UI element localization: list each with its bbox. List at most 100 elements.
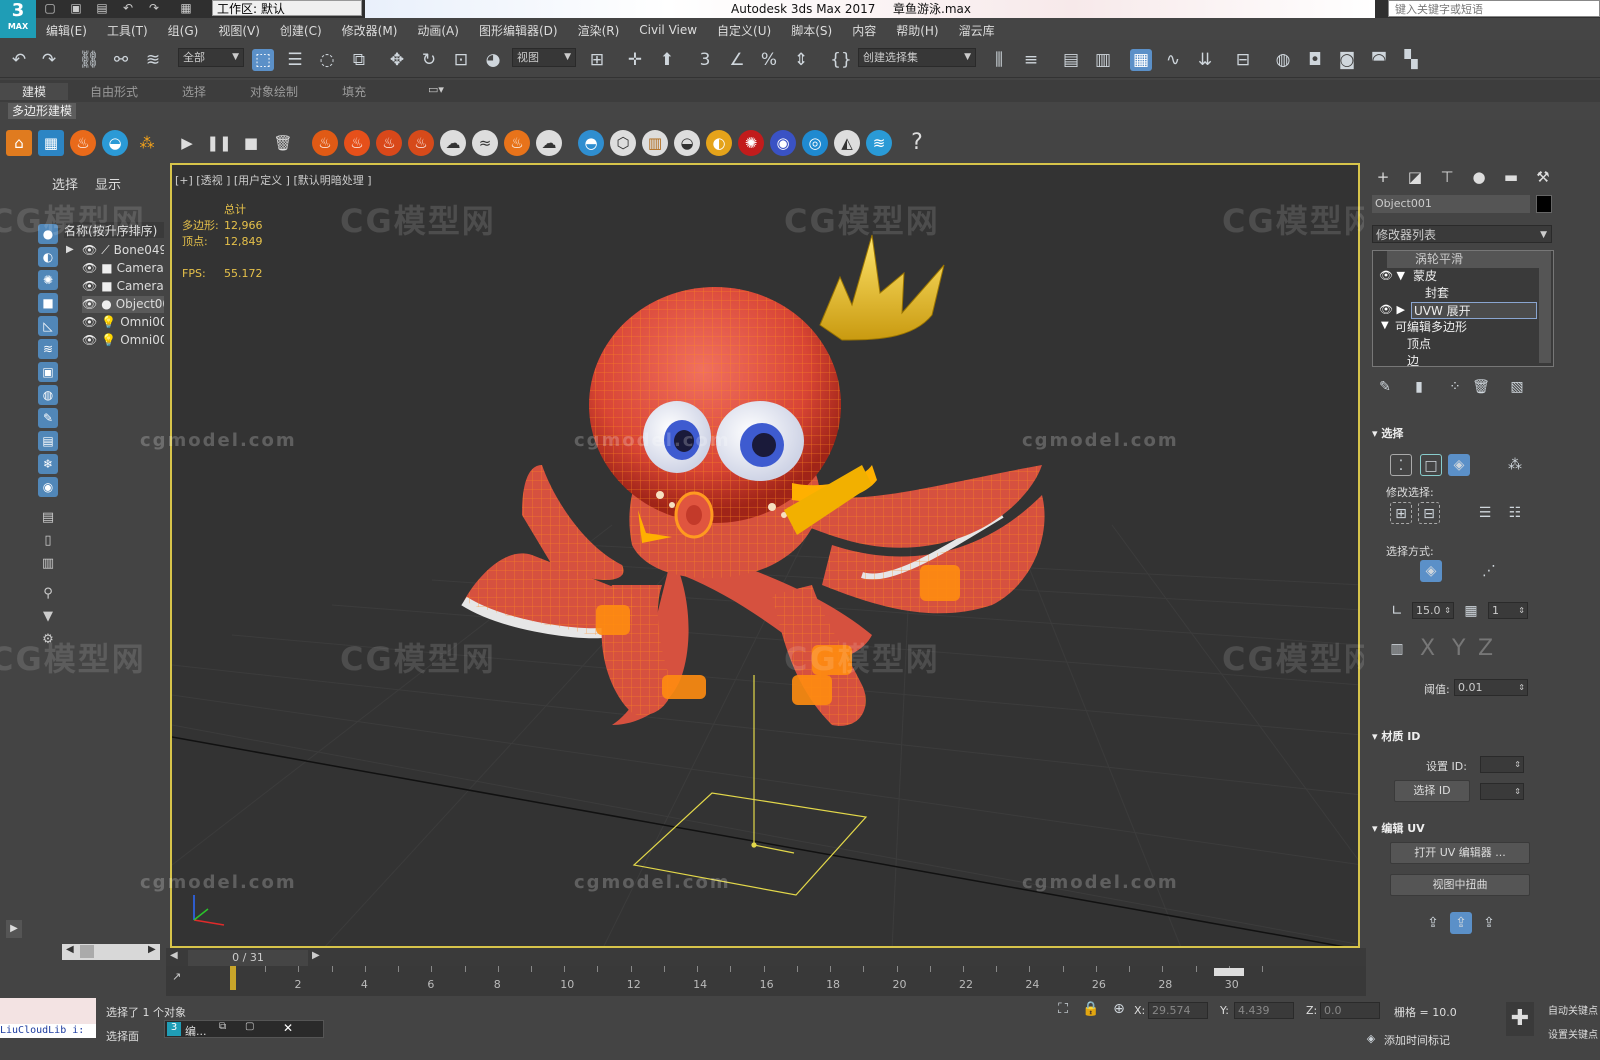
set-key-icon[interactable]: ✚: [1506, 1002, 1534, 1036]
smoke-3-icon[interactable]: ☁: [536, 130, 562, 156]
remove-modifier-icon[interactable]: 🗑: [1470, 376, 1492, 398]
select-by-uv-icon[interactable]: ⋰: [1478, 560, 1500, 582]
scene-row[interactable]: 👁 ■Camera001: [82, 260, 164, 277]
stack-item[interactable]: 涡轮平滑: [1387, 251, 1551, 268]
curve-mini-icon[interactable]: ↗: [172, 970, 181, 983]
search-input[interactable]: 键入关键字或短语: [1388, 0, 1600, 17]
bind-space-warp-icon[interactable]: ≋: [142, 49, 164, 71]
task-restore-icon[interactable]: ⧉: [219, 1021, 226, 1032]
menu-item[interactable]: 视图(V): [208, 22, 270, 39]
grow-selection-icon[interactable]: ⊞: [1390, 502, 1412, 524]
display-xrefs-icon[interactable]: ◍: [38, 385, 58, 405]
plugin-fire-icon[interactable]: ♨: [70, 130, 96, 156]
track-bar[interactable]: ↗ 2 4 6 8 10 12 14 16 18 20 22 24 26 28 30: [166, 966, 1366, 996]
selection-region-icon[interactable]: ◌: [316, 49, 338, 71]
edge-mode-icon[interactable]: □: [1420, 454, 1442, 476]
task-close-icon[interactable]: ✕: [283, 1021, 293, 1035]
auto-key-button[interactable]: 自动关键点: [1548, 1002, 1598, 1017]
add-time-tag[interactable]: 添加时间标记: [1384, 1032, 1450, 1048]
visibility-eye-icon[interactable]: 👁: [82, 261, 97, 275]
redo-quick-icon[interactable]: ↷: [146, 1, 162, 16]
shrink-selection-icon[interactable]: ⊟: [1418, 502, 1440, 524]
workspace-dropdown[interactable]: 工作区: 默认: [212, 0, 362, 16]
pause-icon[interactable]: ❚❚: [206, 130, 232, 156]
vertex-mode-icon[interactable]: ⁚: [1390, 454, 1412, 476]
stack-item[interactable]: 封套: [1425, 285, 1449, 302]
expand-arrow-icon[interactable]: ▶: [66, 244, 74, 255]
lock-selection-icon[interactable]: 🔒: [1080, 998, 1102, 1020]
reference-coordinate-dropdown[interactable]: 视图 ▼: [512, 48, 576, 67]
display-tab-icon[interactable]: ▬: [1500, 166, 1522, 188]
ring-selection-icon[interactable]: ☷: [1504, 502, 1526, 524]
new-file-icon[interactable]: ▢: [42, 1, 58, 16]
ribbon-tab[interactable]: 选择: [160, 83, 228, 100]
play-icon[interactable]: ▶: [174, 130, 200, 156]
expand-left-icon[interactable]: ▶: [6, 920, 22, 938]
perspective-viewport[interactable]: [170, 163, 1360, 948]
eye-icon[interactable]: 👁 ▼: [1379, 269, 1405, 282]
display-helpers-icon[interactable]: ◺: [38, 316, 58, 336]
material-id-rollout-title[interactable]: ▾ 材质 ID: [1372, 728, 1420, 744]
flame-1-icon[interactable]: ♨: [312, 130, 338, 156]
stack-item[interactable]: 边: [1407, 353, 1419, 367]
snap-toggle-icon[interactable]: 3: [694, 49, 716, 71]
menu-item[interactable]: 渲染(R): [568, 22, 630, 39]
checker-icon[interactable]: ▦: [1460, 600, 1482, 622]
taskbar-thumbnail[interactable]: 3 编... ⧉ ▢ ✕: [164, 1020, 324, 1038]
smoke-2-icon[interactable]: ≈: [472, 130, 498, 156]
face-mode-icon[interactable]: ◈: [1448, 454, 1470, 476]
visibility-eye-icon[interactable]: 👁: [82, 297, 97, 311]
show-end-result-icon[interactable]: ▮: [1408, 376, 1430, 398]
scale-icon[interactable]: ⊡: [450, 49, 472, 71]
display-geometry-icon[interactable]: ◐: [38, 247, 58, 267]
menu-item[interactable]: 脚本(S): [781, 22, 842, 39]
liquid-5-icon[interactable]: ◐: [706, 130, 732, 156]
time-prev-icon[interactable]: ◀: [170, 950, 178, 961]
count-spinner[interactable]: 1 ⇕: [1488, 602, 1528, 619]
menu-item[interactable]: 动画(A): [407, 22, 469, 39]
modify-tab-icon[interactable]: ◪: [1404, 166, 1426, 188]
flame-3-icon[interactable]: ♨: [376, 130, 402, 156]
object-name-field[interactable]: Object001: [1372, 195, 1530, 213]
flame-5-icon[interactable]: ♨: [504, 130, 530, 156]
octopus-model[interactable]: [461, 234, 1045, 845]
selection-filter-dropdown[interactable]: 全部 ▼: [178, 48, 244, 67]
liquid-7-icon[interactable]: ◉: [770, 130, 796, 156]
dope-sheet-icon[interactable]: ⇊: [1194, 49, 1216, 71]
rotate-icon[interactable]: ↻: [418, 49, 440, 71]
display-spacewarps-icon[interactable]: ≋: [38, 339, 58, 359]
time-next-icon[interactable]: ▶: [312, 950, 320, 961]
select-by-element-icon[interactable]: ◈: [1420, 560, 1442, 582]
element-mode-icon[interactable]: ⁂: [1504, 454, 1526, 476]
menu-item[interactable]: 溜云库: [949, 22, 1005, 39]
angle-threshold-icon[interactable]: ∟: [1386, 600, 1408, 622]
threshold-spinner[interactable]: 0.01 ⇕: [1454, 679, 1528, 696]
selection-gizmo[interactable]: [632, 792, 868, 896]
open-file-icon[interactable]: ▣: [68, 1, 84, 16]
display-lights-icon[interactable]: ✺: [38, 270, 58, 290]
menu-item[interactable]: 组(G): [158, 22, 209, 39]
visibility-eye-icon[interactable]: 👁: [82, 243, 97, 257]
stack-item[interactable]: 顶点: [1407, 336, 1431, 353]
select-by-name-icon[interactable]: ☰: [284, 49, 306, 71]
modifier-stack[interactable]: 涡轮平滑 👁 ▼ 蒙皮 封套 👁 ▶ UVW 展开 ▼ 可编辑多边形 顶点 边: [1372, 250, 1554, 367]
display-groups-icon[interactable]: ▣: [38, 362, 58, 382]
modifier-list-dropdown[interactable]: 修改器列表 ▼: [1372, 225, 1552, 243]
utilities-tab-icon[interactable]: ⚒: [1532, 166, 1554, 188]
scroll-right-icon[interactable]: ▶: [148, 944, 156, 955]
ribbon-tab[interactable]: 自由形式: [68, 83, 160, 100]
plugin-water-icon[interactable]: ◒: [102, 130, 128, 156]
configure-sets-icon[interactable]: ▧: [1506, 376, 1528, 398]
display-bones-icon[interactable]: ✎: [38, 408, 58, 428]
add-time-tag-icon[interactable]: ◈: [1360, 1028, 1382, 1050]
percent-snap-icon[interactable]: %: [758, 49, 780, 71]
display-hidden-icon[interactable]: ◉: [38, 477, 58, 497]
script-line[interactable]: LiuCloudLib i:: [0, 1024, 96, 1038]
extra-tools-icon[interactable]: ▚: [1400, 49, 1422, 71]
ribbon-tab[interactable]: 建模: [0, 82, 69, 100]
plugin-grid-icon[interactable]: ▦: [38, 130, 64, 156]
edit-named-sets-icon[interactable]: {}: [830, 49, 852, 71]
create-tab-icon[interactable]: +: [1372, 166, 1394, 188]
motion-tab-icon[interactable]: ●: [1468, 166, 1490, 188]
tweak-in-view-button[interactable]: 视图中扭曲: [1390, 874, 1530, 896]
